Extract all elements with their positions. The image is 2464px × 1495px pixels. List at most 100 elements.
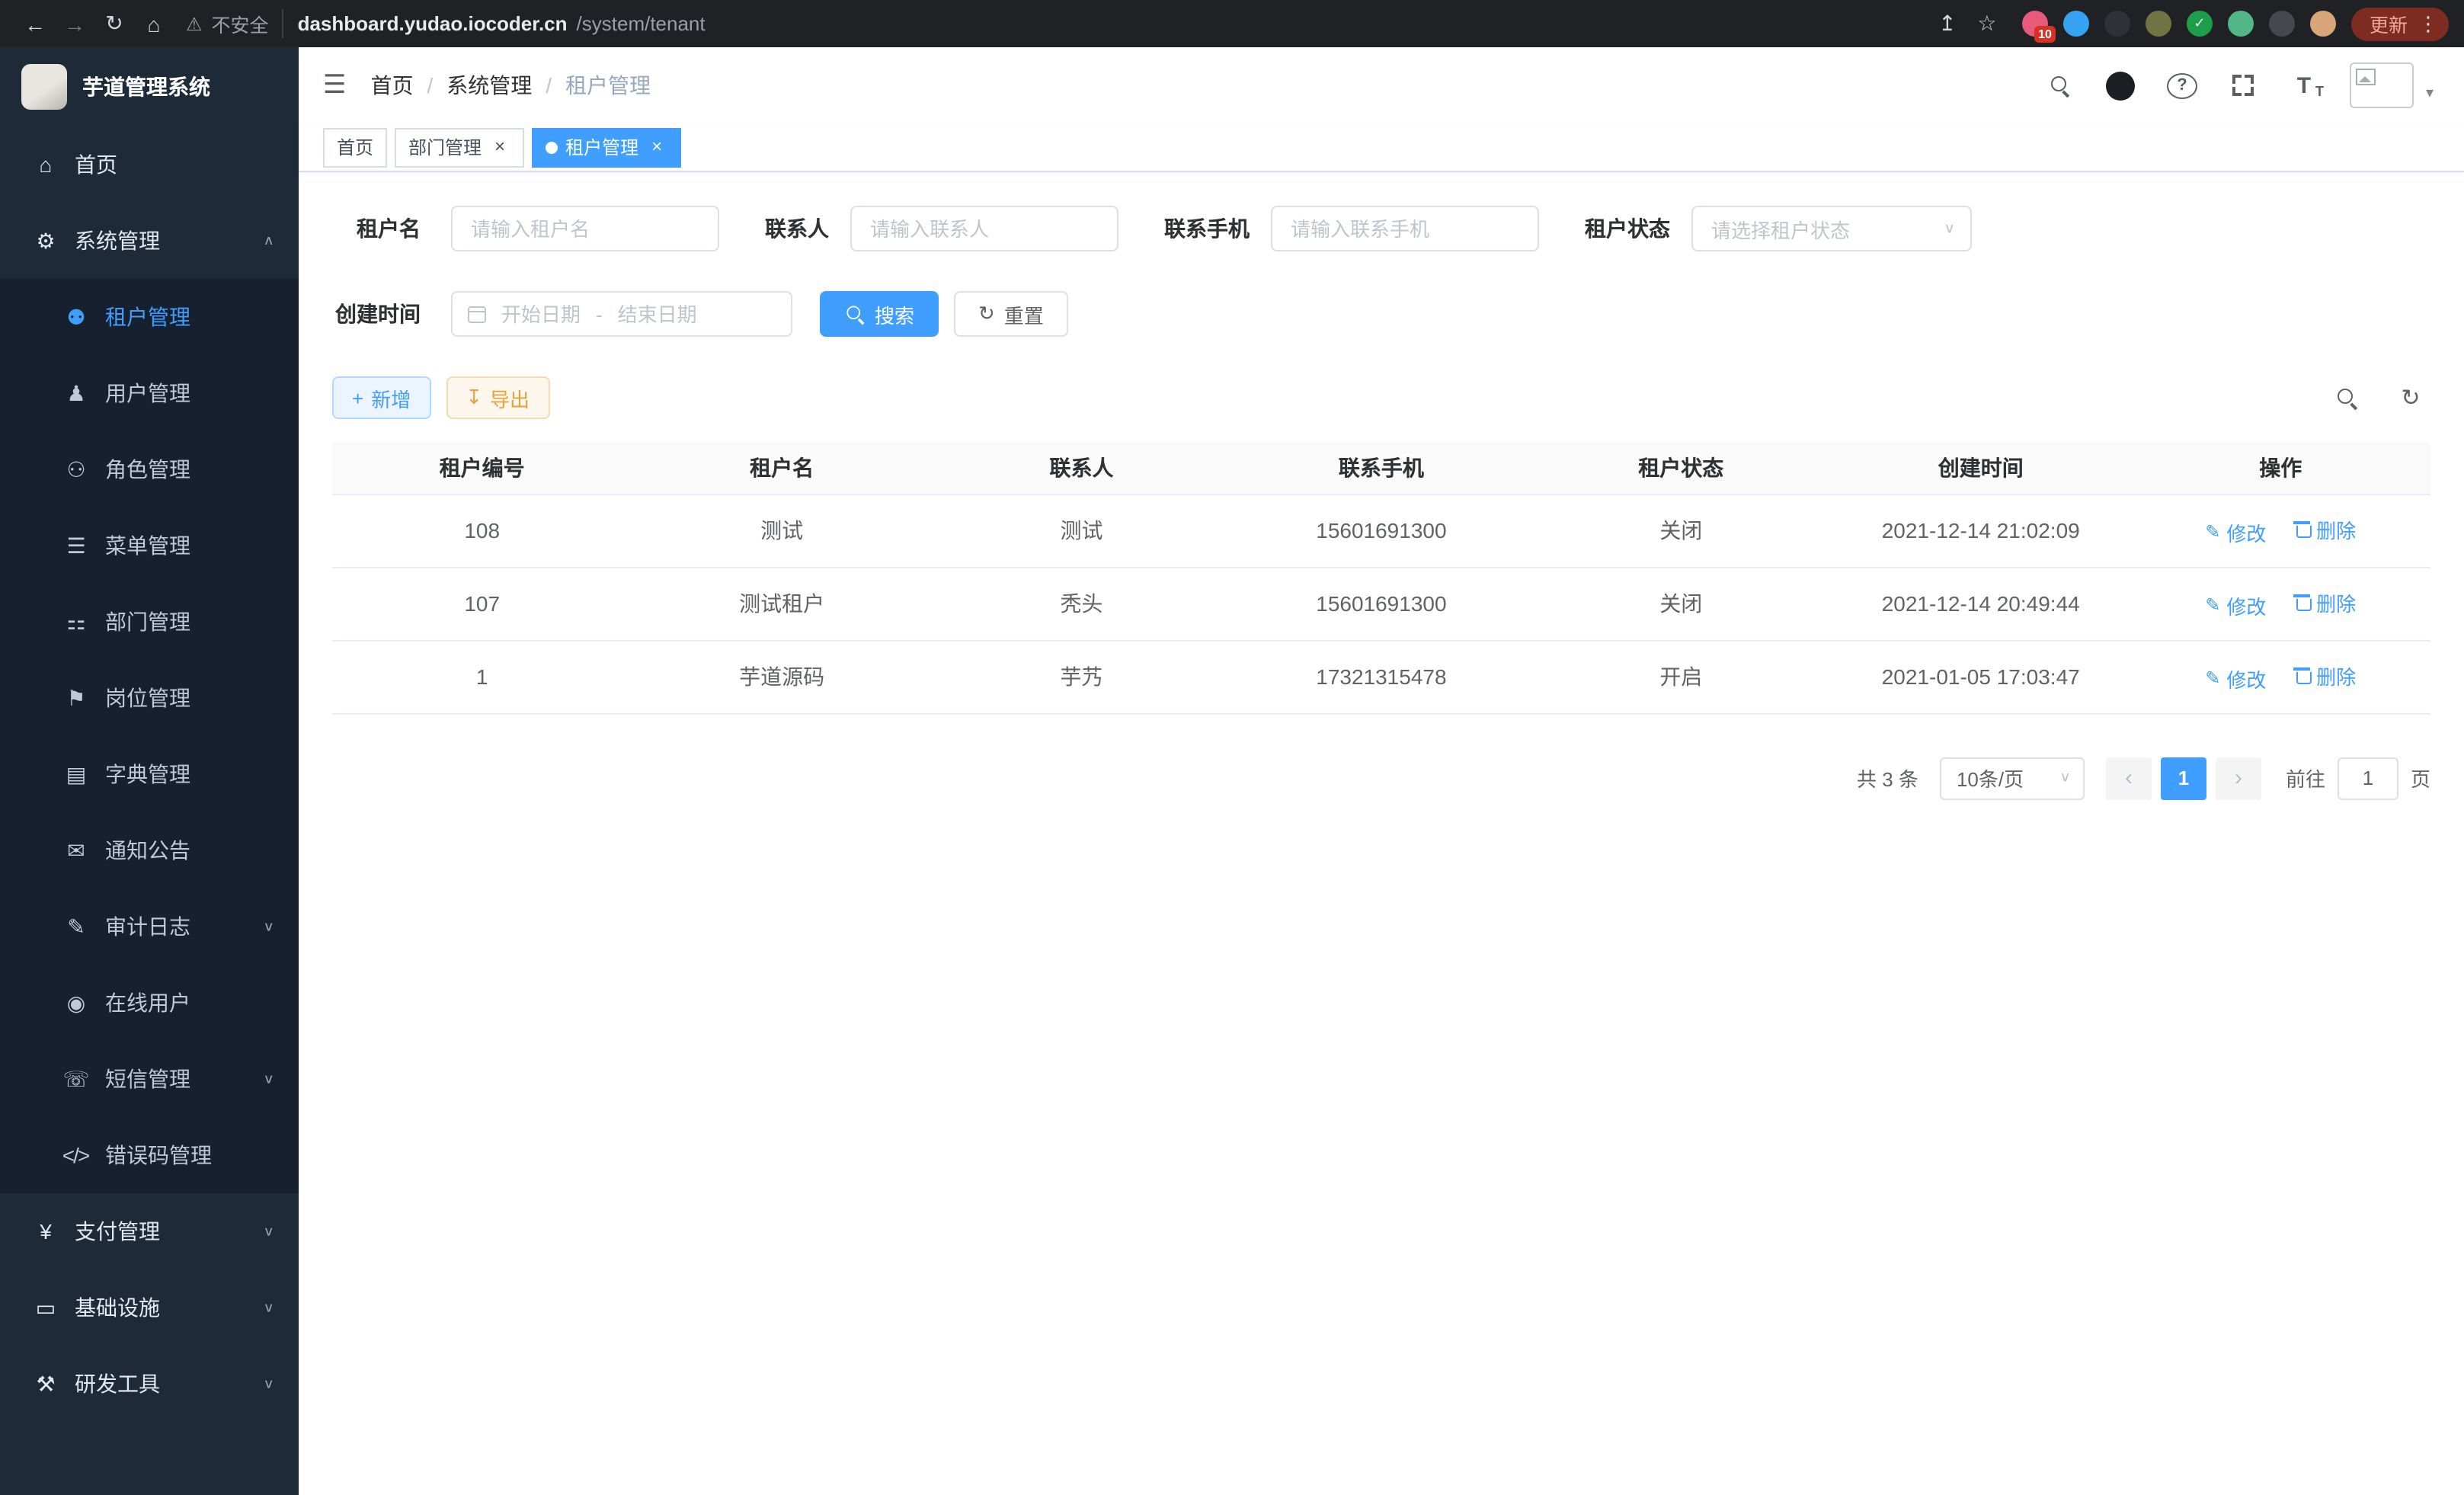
cell-tenant-status: 关闭 — [1531, 494, 1831, 567]
sidebar-item[interactable]: ⚑ 岗位管理 — [0, 660, 299, 736]
goto-page-input[interactable] — [2338, 757, 2398, 799]
sidebar-item[interactable]: ⌂ 首页 — [0, 126, 299, 203]
broken-image-icon — [2356, 69, 2376, 85]
extension-icon[interactable] — [2146, 11, 2171, 37]
font-size-icon[interactable]: T — [2289, 70, 2319, 101]
app-logo[interactable]: 芋道管理系统 — [0, 47, 299, 126]
caret-down-icon[interactable]: ▾ — [2426, 85, 2434, 108]
add-button-label: 新增 — [371, 383, 411, 412]
table-row: 108 测试 测试 15601691300 关闭 2021-12-14 21:0… — [332, 494, 2430, 567]
extension-icon[interactable] — [2104, 11, 2130, 37]
contact-input[interactable] — [850, 206, 1118, 251]
next-page-button[interactable]: › — [2216, 757, 2261, 799]
tab-label: 租户管理 — [565, 134, 638, 160]
sidebar-item[interactable]: ♟ 用户管理 — [0, 355, 299, 431]
sidebar-item-icon: ⌂ — [30, 152, 59, 177]
back-icon[interactable]: ← — [15, 11, 55, 36]
tenant-name-input[interactable] — [451, 206, 719, 251]
sidebar-item[interactable]: ☰ 菜单管理 — [0, 507, 299, 584]
sidebar-item-icon: ⚇ — [61, 456, 90, 482]
tenant-status-label: 租户状态 — [1585, 213, 1670, 244]
edit-button[interactable]: ✎修改 — [2205, 591, 2266, 619]
table-toolbar: +新增 ↧导出 ↻ — [332, 376, 2430, 419]
create-time-label: 创建时间 — [332, 299, 421, 329]
start-date-input[interactable] — [495, 303, 587, 325]
help-icon[interactable]: ? — [2167, 72, 2197, 98]
sidebar-item[interactable]: ⚙ 系统管理 ∧ — [0, 203, 299, 279]
prev-page-button[interactable]: ‹ — [2106, 757, 2152, 799]
hamburger-icon[interactable]: ☰ — [323, 70, 347, 101]
cell-tenant-id: 108 — [332, 494, 632, 567]
contact-phone-input[interactable] — [1271, 206, 1539, 251]
delete-button[interactable]: 删除 — [2293, 661, 2356, 690]
page-size-select[interactable]: 10条/页 ∨ — [1940, 757, 2085, 799]
breadcrumb-system[interactable]: 系统管理 — [446, 70, 532, 101]
sidebar-item-icon: ☰ — [61, 533, 90, 559]
sidebar-item[interactable]: ☏ 短信管理 ∨ — [0, 1041, 299, 1117]
add-button[interactable]: +新增 — [332, 376, 430, 419]
sidebar-item[interactable]: ⚏ 部门管理 — [0, 584, 299, 660]
edit-button[interactable]: ✎修改 — [2205, 664, 2266, 693]
share-icon[interactable]: ↥ — [1928, 11, 1967, 37]
calendar-icon — [468, 306, 486, 322]
cell-create-time: 2021-12-14 21:02:09 — [1831, 494, 2130, 567]
extension-icon[interactable] — [2269, 11, 2295, 37]
reset-button[interactable]: ↻重置 — [954, 291, 1068, 337]
address-bar[interactable]: ⚠ 不安全 dashboard.yudao.iocoder.cn/system/… — [186, 9, 1928, 38]
extension-icon[interactable] — [2228, 11, 2254, 37]
extension-icon[interactable] — [2310, 11, 2336, 37]
extension-icon[interactable] — [2063, 11, 2089, 37]
close-icon[interactable]: × — [489, 136, 510, 158]
extension-icon[interactable]: ✓ — [2187, 11, 2213, 37]
browser-menu-icon[interactable]: ⋮ — [2418, 11, 2438, 36]
tab[interactable]: 首页 — [323, 127, 387, 167]
export-button[interactable]: ↧导出 — [446, 376, 549, 419]
bookmark-star-icon[interactable]: ☆ — [1967, 11, 2007, 37]
page-1-button[interactable]: 1 — [2161, 757, 2206, 799]
toggle-search-button[interactable] — [2327, 378, 2366, 418]
cell-tenant-status: 关闭 — [1531, 567, 1831, 640]
browser-home-icon[interactable]: ⌂ — [134, 11, 174, 36]
refresh-table-button[interactable]: ↻ — [2391, 378, 2430, 418]
filter-form-row-2: 创建时间 - 搜索 ↻重置 — [332, 291, 2430, 337]
avatar[interactable] — [2350, 62, 2414, 108]
fullscreen-icon[interactable] — [2228, 70, 2258, 101]
tab[interactable]: 租户管理 × — [532, 127, 681, 167]
sidebar-item[interactable]: ✉ 通知公告 — [0, 812, 299, 888]
sidebar-item[interactable]: ⚇ 角色管理 — [0, 431, 299, 507]
github-icon[interactable] — [2106, 70, 2136, 101]
search-icon[interactable] — [2045, 70, 2075, 101]
sidebar-item[interactable]: ⚒ 研发工具 ∨ — [0, 1346, 299, 1422]
end-date-input[interactable] — [612, 303, 703, 325]
tenant-name-label: 租户名 — [332, 213, 421, 244]
refresh-icon: ↻ — [978, 302, 995, 326]
breadcrumb-home[interactable]: 首页 — [371, 70, 414, 101]
delete-button[interactable]: 删除 — [2293, 514, 2356, 543]
update-button[interactable]: 更新⋮ — [2351, 7, 2449, 40]
search-button-label: 搜索 — [875, 299, 914, 328]
tab[interactable]: 部门管理 × — [395, 127, 524, 167]
delete-button[interactable]: 删除 — [2293, 587, 2356, 616]
chevron-down-icon: ∨ — [263, 1377, 274, 1391]
cell-tenant-id: 1 — [332, 640, 632, 713]
col-tenant-id: 租户编号 — [332, 442, 632, 494]
forward-icon[interactable]: → — [55, 11, 94, 36]
extensions-area: 10 ✓ — [2022, 11, 2336, 37]
edit-button[interactable]: ✎修改 — [2205, 517, 2266, 546]
sidebar-item[interactable]: </> 错误码管理 — [0, 1117, 299, 1193]
tenant-status-select[interactable]: 请选择租户状态 ∨ — [1691, 206, 1972, 251]
delete-label: 删除 — [2316, 587, 2356, 616]
sidebar-item[interactable]: ▤ 字典管理 — [0, 736, 299, 812]
sidebar-item-label: 租户管理 — [105, 302, 274, 332]
extension-icon[interactable]: 10 — [2022, 11, 2048, 37]
sidebar-item[interactable]: ▭ 基础设施 ∨ — [0, 1269, 299, 1346]
sidebar-item[interactable]: ¥ 支付管理 ∨ — [0, 1193, 299, 1269]
sidebar-item[interactable]: ✎ 审计日志 ∨ — [0, 888, 299, 965]
search-button[interactable]: 搜索 — [820, 291, 939, 337]
sidebar-item[interactable]: ⚉ 租户管理 — [0, 279, 299, 355]
sidebar-item[interactable]: ◉ 在线用户 — [0, 965, 299, 1041]
close-icon[interactable]: × — [646, 136, 667, 158]
sidebar-item-label: 部门管理 — [105, 607, 274, 637]
reload-icon[interactable]: ↻ — [94, 11, 134, 37]
date-range-picker[interactable]: - — [451, 291, 792, 337]
